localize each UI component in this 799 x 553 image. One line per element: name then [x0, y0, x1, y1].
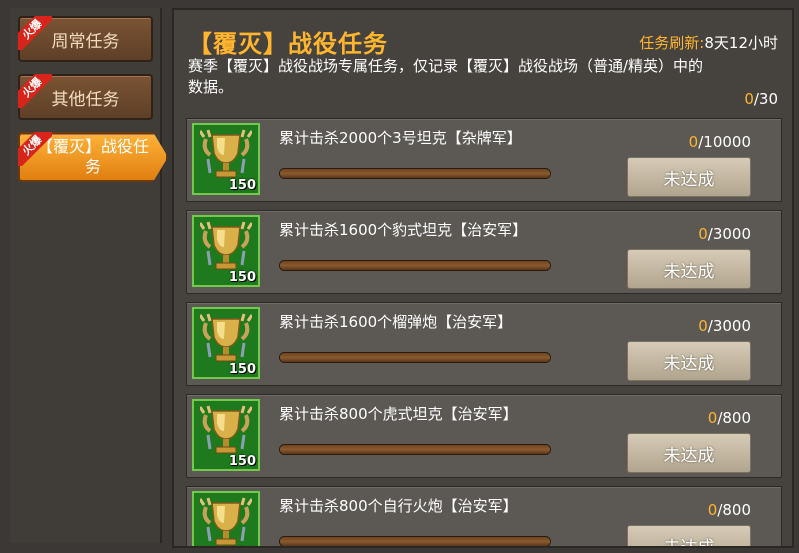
hot-badge: 火爆 [18, 16, 52, 50]
reward-icon[interactable]: 150 [192, 307, 260, 379]
trophy-icon [200, 129, 252, 178]
task-name: 累计击杀800个自行火炮【治安军】 [279, 497, 518, 515]
page-title: 【覆灭】战役任务 [188, 30, 388, 58]
task-card: 150 累计击杀2000个3号坦克【杂牌军】 0/10000 未达成 [186, 118, 782, 202]
progress-bar [280, 169, 550, 178]
refresh-value: 8天12小时 [704, 34, 778, 52]
tab-other-tasks[interactable]: 火爆 其他任务 [18, 74, 153, 120]
sidebar: 火爆 周常任务 火爆 其他任务 火爆 【覆灭】战役任务 [10, 8, 168, 543]
progress-target: /3000 [707, 317, 751, 335]
reward-icon[interactable]: 150 [192, 399, 260, 471]
refresh-label: 任务刷新: [639, 34, 705, 52]
hot-badge: 火爆 [18, 132, 52, 166]
task-name: 累计击杀1600个豹式坦克【治安军】 [279, 221, 528, 239]
progress-current: 0 [698, 317, 708, 335]
task-name: 累计击杀800个虎式坦克【治安军】 [279, 405, 518, 423]
progress-target: /10000 [698, 133, 751, 151]
tab-label: 其他任务 [51, 89, 120, 110]
reward-count: 150 [228, 454, 256, 469]
trophy-icon [200, 313, 252, 362]
reward-count: 150 [228, 270, 256, 285]
progress-current: 0 [688, 133, 699, 151]
claim-button[interactable]: 未达成 [627, 157, 751, 197]
trophy-icon [200, 497, 252, 546]
reward-count: 150 [229, 546, 256, 548]
task-panel: 【覆灭】战役任务 任务刷新:8天12小时 赛季【覆灭】战役战场专属任务，仅记录【… [172, 8, 794, 548]
refresh-timer: 任务刷新:8天12小时 [639, 32, 778, 53]
tab-label: 周常任务 [51, 31, 120, 52]
task-progress: 0/800 [708, 409, 751, 427]
progress-bar [280, 261, 550, 270]
claim-button[interactable]: 未达成 [627, 249, 751, 289]
task-card: 150 累计击杀800个虎式坦克【治安军】 0/800 未达成 [186, 394, 782, 478]
progress-bar [280, 353, 550, 362]
task-name: 累计击杀1600个榴弹炮【治安军】 [279, 313, 513, 331]
reward-icon[interactable]: 150 [192, 215, 260, 287]
hot-badge: 火爆 [18, 74, 52, 108]
claim-button[interactable]: 未达成 [627, 433, 751, 473]
task-name: 累计击杀2000个3号坦克【杂牌军】 [279, 129, 522, 147]
tab-weekly-tasks[interactable]: 火爆 周常任务 [18, 16, 153, 62]
task-progress: 0/3000 [698, 317, 751, 335]
task-progress: 0/10000 [689, 133, 751, 151]
progress-bar [280, 537, 550, 546]
tab-campaign-tasks[interactable]: 火爆 【覆灭】战役任务 [18, 132, 168, 182]
claim-button[interactable]: 未达成 [627, 341, 751, 381]
reward-count: 150 [228, 178, 256, 193]
progress-target: /800 [717, 409, 751, 427]
trophy-icon [200, 221, 252, 270]
trophy-icon [200, 405, 252, 454]
task-card: 150 累计击杀800个自行火炮【治安军】 0/800 未达成 [186, 486, 782, 548]
reward-icon[interactable]: 150 [192, 491, 260, 548]
task-description: 赛季【覆灭】战役战场专属任务，仅记录【覆灭】战役战场（普通/精英）中的数据。 [188, 57, 704, 96]
task-window: 火爆 周常任务 火爆 其他任务 火爆 【覆灭】战役任务 【覆灭】战役任务 任务刷… [0, 0, 799, 553]
task-progress: 0/3000 [698, 225, 751, 243]
total-max: /30 [753, 90, 778, 108]
progress-current: 0 [707, 501, 718, 519]
task-card: 150 累计击杀1600个榴弹炮【治安军】 0/3000 未达成 [186, 302, 782, 386]
progress-target: /800 [717, 501, 751, 519]
task-card: 150 累计击杀1600个豹式坦克【治安军】 0/3000 未达成 [186, 210, 782, 294]
total-current: 0 [744, 90, 754, 108]
total-progress: 0/30 [744, 90, 778, 108]
task-progress: 0/800 [708, 501, 751, 519]
progress-current: 0 [698, 225, 708, 243]
reward-count: 150 [228, 362, 256, 377]
progress-current: 0 [707, 409, 718, 427]
progress-target: /3000 [707, 225, 751, 243]
progress-bar [280, 445, 550, 454]
reward-icon[interactable]: 150 [192, 123, 260, 195]
claim-button[interactable]: 未达成 [627, 525, 751, 546]
